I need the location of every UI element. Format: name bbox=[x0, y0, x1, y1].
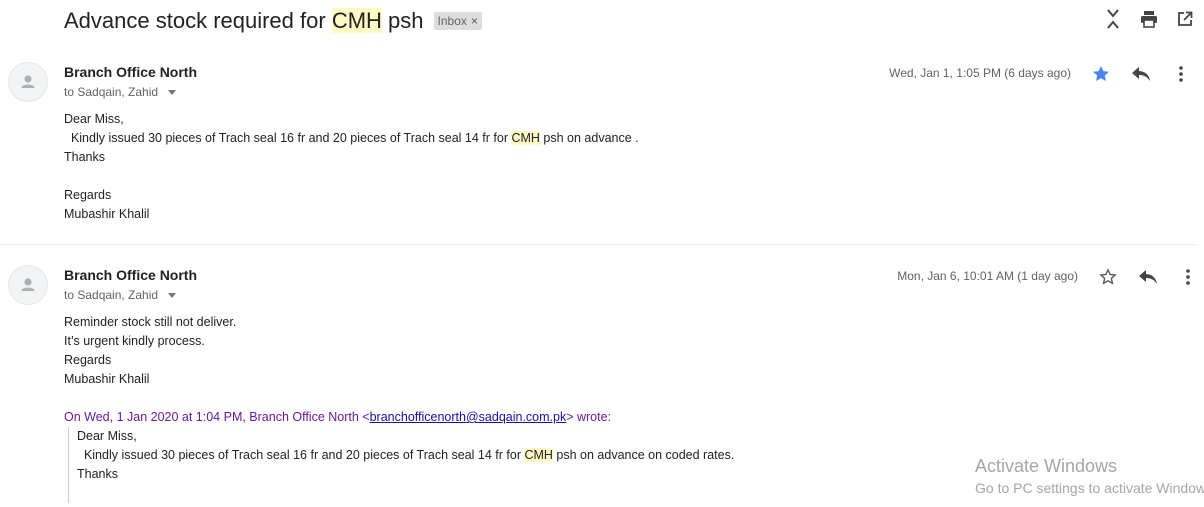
recipients-text: to Sadqain, Zahid bbox=[64, 288, 159, 302]
subject-text-end: psh bbox=[381, 8, 424, 33]
quoted-line: Dear Miss, bbox=[77, 429, 137, 443]
body-line: It’s urgent kindly process. bbox=[64, 334, 205, 348]
more-options-icon[interactable] bbox=[1169, 62, 1193, 86]
sender-avatar[interactable] bbox=[8, 62, 48, 102]
body-line: Regards bbox=[64, 188, 112, 202]
quoted-line: Thanks bbox=[77, 467, 118, 481]
thread-actions bbox=[1102, 8, 1196, 30]
show-details-icon[interactable] bbox=[168, 293, 177, 298]
subject-highlight: CMH bbox=[331, 8, 382, 33]
quoted-line bbox=[77, 484, 734, 503]
message-date: Mon, Jan 6, 10:01 AM (1 day ago) bbox=[897, 269, 1078, 283]
show-details-icon[interactable] bbox=[168, 90, 177, 95]
body-line: Mubashir Khalil bbox=[64, 372, 150, 386]
message-actions bbox=[1096, 265, 1200, 289]
body-line: Dear Miss, bbox=[64, 112, 124, 126]
body-line bbox=[64, 167, 639, 186]
quoted-text: Kindly issued 30 pieces of Trach seal 16… bbox=[77, 448, 525, 462]
sender-name[interactable]: Branch Office North bbox=[64, 64, 197, 80]
body-text: psh on advance . bbox=[539, 131, 639, 145]
quote-attribution-text: On Wed, 1 Jan 2020 at 1:04 PM, Branch Of… bbox=[64, 410, 370, 424]
sender-name[interactable]: Branch Office North bbox=[64, 267, 197, 283]
print-icon[interactable] bbox=[1138, 8, 1160, 30]
recipients: to Sadqain, Zahid bbox=[64, 288, 177, 302]
recipients: to Sadqain, Zahid bbox=[64, 85, 177, 99]
body-text: Kindly issued 30 pieces of Trach seal 16… bbox=[64, 131, 512, 145]
quoted-line: Kindly issued 30 pieces of Trach seal 16… bbox=[77, 446, 734, 465]
message-body: Dear Miss, Kindly issued 30 pieces of Tr… bbox=[64, 110, 639, 224]
message-body: Reminder stock still not deliver. It’s u… bbox=[64, 313, 734, 503]
body-line bbox=[64, 389, 734, 408]
star-icon[interactable] bbox=[1089, 62, 1113, 86]
body-line: Kindly issued 30 pieces of Trach seal 16… bbox=[64, 129, 639, 148]
open-in-new-window-icon[interactable] bbox=[1174, 8, 1196, 30]
collapse-all-icon[interactable] bbox=[1102, 8, 1124, 30]
quoted-text: psh on advance on coded rates. bbox=[552, 448, 735, 462]
inbox-label-chip[interactable]: Inbox × bbox=[433, 12, 482, 30]
message-date: Wed, Jan 1, 1:05 PM (6 days ago) bbox=[889, 66, 1071, 80]
quoted-highlight: CMH bbox=[524, 448, 553, 462]
reply-icon[interactable] bbox=[1129, 62, 1153, 86]
message-item: Branch Office North to Sadqain, Zahid Mo… bbox=[0, 261, 1204, 507]
thread-subject: Advance stock required for CMH psh bbox=[64, 8, 424, 34]
message-item: Branch Office North to Sadqain, Zahid We… bbox=[0, 58, 1197, 245]
body-line: Thanks bbox=[64, 150, 105, 164]
body-line: Regards bbox=[64, 353, 112, 367]
reply-icon[interactable] bbox=[1136, 265, 1160, 289]
star-outline-icon[interactable] bbox=[1096, 265, 1120, 289]
thread-header: Advance stock required for CMH psh Inbox… bbox=[64, 6, 482, 36]
quoted-message: Dear Miss, Kindly issued 30 pieces of Tr… bbox=[68, 427, 734, 503]
quote-attribution: On Wed, 1 Jan 2020 at 1:04 PM, Branch Of… bbox=[64, 408, 734, 427]
subject-text: Advance stock required for bbox=[64, 8, 332, 33]
sender-email-link[interactable]: branchofficenorth@sadqain.com.pk bbox=[370, 410, 567, 424]
more-options-icon[interactable] bbox=[1176, 265, 1200, 289]
message-actions bbox=[1089, 62, 1193, 86]
body-highlight: CMH bbox=[511, 131, 540, 145]
body-line: Mubashir Khalil bbox=[64, 207, 150, 221]
recipients-text: to Sadqain, Zahid bbox=[64, 85, 159, 99]
body-line: Reminder stock still not deliver. bbox=[64, 315, 237, 329]
sender-avatar[interactable] bbox=[8, 265, 48, 305]
quote-attribution-text: > wrote: bbox=[566, 410, 612, 424]
inbox-label-text: Inbox bbox=[437, 14, 467, 28]
remove-label-button[interactable]: × bbox=[471, 14, 478, 28]
